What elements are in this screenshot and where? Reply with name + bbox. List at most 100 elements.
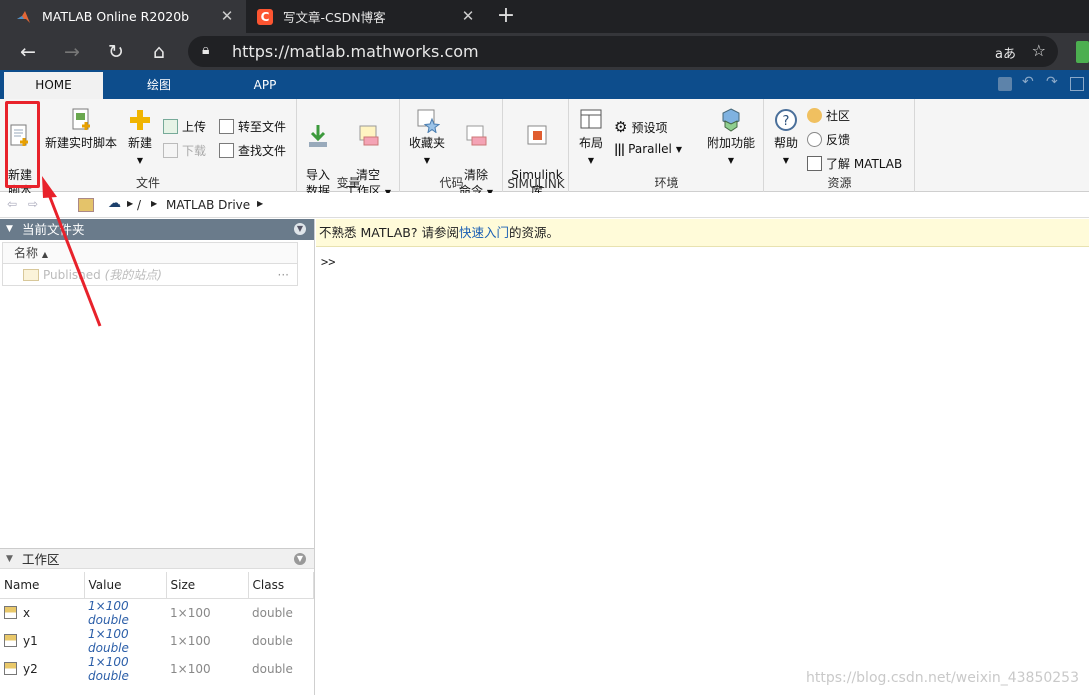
col-name[interactable]: Name: [0, 572, 85, 599]
group-variable: 导入 数据 清空 工作区 ▼ 变量: [298, 99, 400, 198]
addons-button[interactable]: 附加功能 ▼: [702, 107, 760, 169]
variable-icon: [4, 661, 17, 675]
col-size[interactable]: Size: [166, 572, 249, 599]
goto-file-button[interactable]: 转至文件: [219, 118, 286, 135]
tab-home[interactable]: HOME: [4, 72, 103, 99]
collapse-icon[interactable]: ▼: [6, 549, 13, 570]
layout-button[interactable]: 布局 ▼: [574, 107, 608, 169]
browser-tab-csdn[interactable]: C 写文章-CSDN博客 ✕: [247, 0, 487, 33]
table-row[interactable]: x 1×100 double 1×100 double: [0, 598, 314, 627]
path-drive[interactable]: MATLAB Drive: [166, 198, 250, 212]
variable-icon: [4, 605, 17, 619]
learn-matlab-label: 了解 MATLAB: [826, 157, 903, 171]
undo-icon[interactable]: ↶: [1022, 74, 1034, 90]
find-files-button[interactable]: 查找文件: [219, 142, 286, 159]
parallel-icon: |||: [614, 142, 625, 156]
ribbon-toolstrip: 新建 脚本 新建实时脚本 新建 ▼ 上传 下载 转至文件 查找文件 文件 导入 数…: [0, 99, 1089, 198]
list-item[interactable]: Published (我的站点) ···: [3, 265, 297, 286]
favorite-star-icon[interactable]: ☆: [1032, 41, 1046, 60]
var-class: double: [252, 633, 293, 648]
browse-folder-icon[interactable]: [78, 198, 94, 212]
new-dropdown-button[interactable]: 新建 ▼: [123, 107, 157, 169]
var-value: 1×100 double: [88, 626, 129, 655]
layout-label: 布局: [578, 136, 603, 150]
more-actions-icon[interactable]: ···: [278, 265, 289, 286]
panel-menu-icon[interactable]: ▼: [294, 223, 306, 235]
var-size: 1×100: [170, 661, 211, 676]
var-name: y1: [23, 633, 38, 648]
window-icon[interactable]: [1070, 77, 1084, 91]
clear-commands-icon: [466, 125, 487, 146]
table-row[interactable]: y2 1×100 double 1×100 double: [0, 655, 314, 683]
watermark: https://blog.csdn.net/weixin_43850253: [805, 670, 1079, 686]
var-size: 1×100: [170, 605, 211, 620]
collapse-icon[interactable]: ▼: [6, 219, 13, 240]
forward-icon[interactable]: →: [59, 39, 85, 65]
table-row[interactable]: y1 1×100 double 1×100 double: [0, 627, 314, 655]
highlight-box: [5, 101, 40, 188]
upload-label: 上传: [182, 120, 207, 134]
learn-matlab-button[interactable]: 了解 MATLAB: [807, 155, 902, 172]
goto-file-label: 转至文件: [238, 120, 287, 134]
address-bar[interactable]: 🔒︎ https://matlab.mathworks.com aあ ☆: [188, 36, 1058, 67]
community-button[interactable]: 社区: [807, 107, 850, 124]
back-arrow-icon[interactable]: ⇦: [7, 197, 17, 211]
browser-tab-matlab[interactable]: MATLAB Online R2020b ✕: [0, 0, 246, 33]
reload-icon[interactable]: ↻: [103, 39, 129, 65]
col-value[interactable]: Value: [84, 572, 167, 599]
group-environment: 布局 ▼ ⚙ 预设项 ||| Parallel ▼ 附加功能 ▼ 环境: [570, 99, 764, 192]
download-label: 下载: [182, 144, 207, 158]
chevron-right-icon: ▶: [151, 199, 158, 208]
new-plus-icon: [130, 110, 150, 130]
tab-apps[interactable]: APP: [230, 72, 300, 99]
upload-button[interactable]: 上传: [163, 118, 206, 135]
browser-tab-bar: MATLAB Online R2020b ✕ C 写文章-CSDN博客 ✕ +: [0, 0, 1089, 33]
col-class[interactable]: Class: [248, 572, 314, 599]
group-variable-label: 变量: [336, 176, 361, 190]
group-file: 新建 脚本 新建实时脚本 新建 ▼ 上传 下载 转至文件 查找文件 文件: [0, 99, 297, 198]
preferences-button[interactable]: ⚙ 预设项: [614, 118, 667, 136]
read-aloud-icon[interactable]: aあ: [995, 43, 1016, 62]
help-button[interactable]: ? 帮助 ▼: [769, 107, 803, 169]
save-icon[interactable]: [998, 77, 1012, 91]
new-tab-button[interactable]: +: [494, 3, 518, 29]
command-prompt[interactable]: >>: [321, 255, 335, 269]
csdn-c-icon: C: [257, 8, 273, 25]
current-folder-title: 当前文件夹: [22, 222, 85, 237]
quick-start-link[interactable]: 快速入门: [459, 225, 509, 240]
var-class: double: [252, 605, 293, 620]
path-separator: /: [137, 198, 142, 212]
command-window[interactable]: 不熟悉 MATLAB? 请参阅快速入门的资源。 >>: [316, 219, 1089, 695]
var-name: x: [23, 605, 31, 620]
forward-arrow-icon[interactable]: ⇨: [28, 197, 38, 211]
workspace-table: Name Value Size Class x 1×100 double 1×1…: [0, 572, 314, 683]
new-live-script-button[interactable]: 新建实时脚本: [43, 107, 119, 151]
close-tab-icon[interactable]: ✕: [459, 7, 477, 25]
var-size: 1×100: [170, 633, 211, 648]
panel-menu-icon[interactable]: ▼: [294, 553, 306, 565]
workspace-title: 工作区: [22, 552, 60, 567]
feedback-button[interactable]: 反馈: [807, 131, 850, 148]
name-column-header[interactable]: 名称 ▲: [3, 243, 297, 264]
group-simulink-label: SIMULINK: [507, 177, 565, 191]
close-tab-icon[interactable]: ✕: [218, 7, 236, 25]
chevron-down-icon: ▼: [782, 156, 790, 165]
browser-toolbar: ← → ↻ ⌂ 🔒︎ https://matlab.mathworks.com …: [0, 33, 1089, 70]
new-live-script-icon: [72, 108, 90, 130]
chevron-right-icon: ▶: [257, 199, 264, 208]
group-environment-label: 环境: [654, 176, 679, 190]
var-value: 1×100 double: [88, 654, 129, 683]
home-icon[interactable]: ⌂: [146, 39, 172, 65]
download-button[interactable]: 下载: [163, 142, 206, 159]
folder-icon: [23, 269, 39, 281]
new-live-script-label: 新建实时脚本: [44, 136, 117, 150]
extension-icon[interactable]: [1076, 41, 1089, 63]
simulink-library-icon: [527, 125, 547, 145]
back-icon[interactable]: ←: [15, 39, 41, 65]
favorites-button[interactable]: 收藏夹 ▼: [405, 107, 449, 169]
group-file-label: 文件: [135, 176, 160, 190]
tab-plots[interactable]: 绘图: [120, 72, 198, 99]
parallel-button[interactable]: ||| Parallel ▼: [614, 142, 682, 156]
redo-icon[interactable]: ↷: [1046, 74, 1058, 90]
group-resources-label: 资源: [827, 176, 852, 190]
